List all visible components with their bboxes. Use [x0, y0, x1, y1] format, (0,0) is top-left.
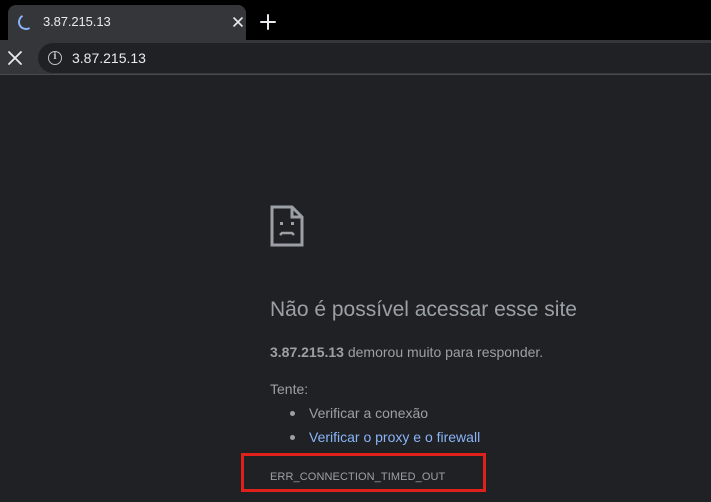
error-host: 3.87.215.13 [270, 344, 344, 360]
error-description: 3.87.215.13 demorou muito para responder… [270, 344, 543, 360]
close-icon[interactable] [230, 14, 246, 30]
try-label: Tente: [270, 381, 309, 397]
error-code: ERR_CONNECTION_TIMED_OUT [270, 471, 446, 483]
tab-strip: 3.87.215.13 [0, 0, 711, 40]
tab-title: 3.87.215.13 [43, 14, 111, 29]
toolbar: i 3.87.215.13 [0, 40, 711, 75]
suggestion-link[interactable]: Verificar o proxy e o firewall [309, 429, 480, 445]
suggestions-list: Verificar a conexão Verificar o proxy e … [290, 405, 480, 453]
browser-tab[interactable]: 3.87.215.13 [8, 5, 246, 40]
sad-page-icon [270, 205, 304, 247]
address-bar[interactable]: i 3.87.215.13 [38, 43, 711, 73]
info-icon[interactable]: i [48, 51, 62, 65]
suggestion-check-proxy-firewall[interactable]: Verificar o proxy e o firewall [290, 429, 480, 453]
error-heading: Não é possível acessar esse site [270, 298, 577, 321]
error-description-text: demorou muito para responder. [343, 344, 544, 360]
suggestion-label: Verificar a conexão [309, 405, 429, 421]
suggestion-check-connection: Verificar a conexão [290, 405, 480, 429]
plus-icon[interactable] [258, 12, 278, 32]
stop-x-icon[interactable] [6, 49, 24, 67]
url-text[interactable]: 3.87.215.13 [72, 50, 146, 66]
loading-spinner-icon [16, 12, 36, 32]
